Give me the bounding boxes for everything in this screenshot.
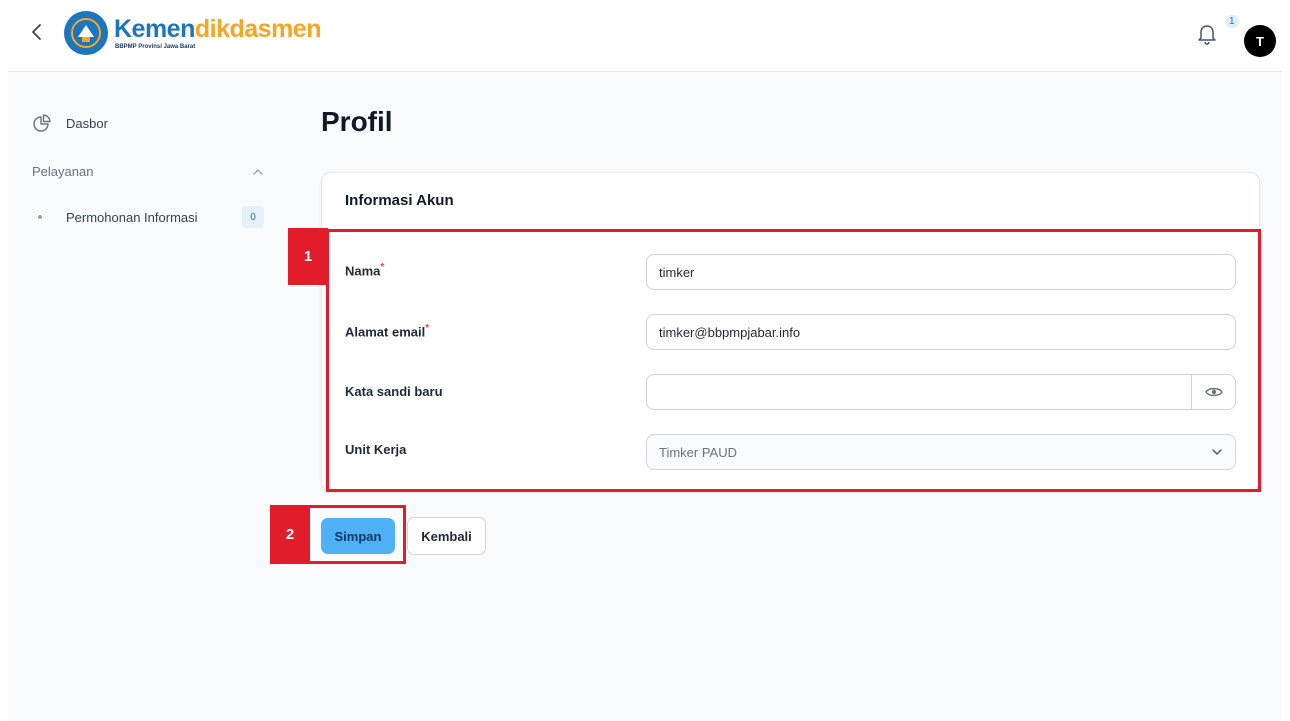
bullet-dot xyxy=(38,215,42,219)
annotation-box-1 xyxy=(326,229,1261,492)
back-button[interactable] xyxy=(24,18,48,46)
annotation-number-1: 1 xyxy=(288,228,328,285)
annotation-box-2 xyxy=(306,505,406,564)
back-button-kembali[interactable]: Kembali xyxy=(407,517,486,555)
sidebar-item-permohonan-informasi[interactable]: Permohonan Informasi 0 xyxy=(38,206,264,228)
logo-wordmark: Kemendikdasmen xyxy=(114,14,322,43)
notification-count-badge: 1 xyxy=(1225,15,1239,28)
logo-word-kemen: Kemen xyxy=(114,14,195,43)
sidebar-section-label: Pelayanan xyxy=(32,164,94,179)
logo-subtitle: BBPMP Provinsi Jawa Barat xyxy=(115,43,196,50)
chevron-up-icon xyxy=(253,168,263,175)
bell-icon xyxy=(1198,25,1216,45)
logo-word-dikdasmen: dikdasmen xyxy=(194,14,322,43)
sidebar-section-pelayanan[interactable]: Pelayanan xyxy=(32,164,264,179)
brand-logo[interactable]: Kemendikdasmen BBPMP Provinsi Jawa Barat xyxy=(64,11,321,55)
sidebar-item-count-badge: 0 xyxy=(242,206,264,228)
pie-chart-icon xyxy=(33,114,51,132)
user-avatar[interactable]: T xyxy=(1244,25,1276,57)
notification-button[interactable] xyxy=(1196,22,1218,46)
card-title: Informasi Akun xyxy=(345,192,454,209)
tut-wuri-handayani-emblem-icon xyxy=(64,11,108,55)
annotation-number-2: 2 xyxy=(270,505,310,564)
sidebar-item-label: Permohonan Informasi xyxy=(66,209,198,225)
page-title: Profil xyxy=(321,106,393,137)
sidebar-item-dasbor[interactable]: Dasbor xyxy=(32,113,108,133)
chevron-left-icon xyxy=(32,24,41,40)
sidebar-item-dasbor-label: Dasbor xyxy=(66,115,108,131)
